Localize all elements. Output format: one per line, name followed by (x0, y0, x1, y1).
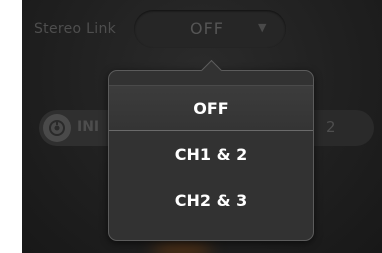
stereo-link-panel: Stereo Link OFF ▼ INI 2 OFF CH1 & 2 CH2 … (22, 0, 382, 253)
stereo-link-label: Stereo Link (34, 21, 117, 37)
option-off[interactable]: OFF (109, 85, 313, 131)
input-jack-icon (43, 114, 71, 142)
input-label: INI (77, 119, 100, 135)
stereo-link-dropdown: OFF CH1 & 2 CH2 & 3 (108, 59, 314, 241)
stereo-link-value: OFF (190, 19, 224, 38)
option-ch1-2[interactable]: CH1 & 2 (109, 132, 313, 176)
chevron-down-icon: ▼ (258, 21, 267, 34)
stereo-link-select[interactable]: OFF ▼ (134, 10, 286, 48)
level-glow (152, 240, 212, 253)
popup-pointer (200, 59, 223, 82)
option-ch2-3[interactable]: CH2 & 3 (109, 178, 313, 222)
channel-number: 2 (326, 118, 336, 136)
